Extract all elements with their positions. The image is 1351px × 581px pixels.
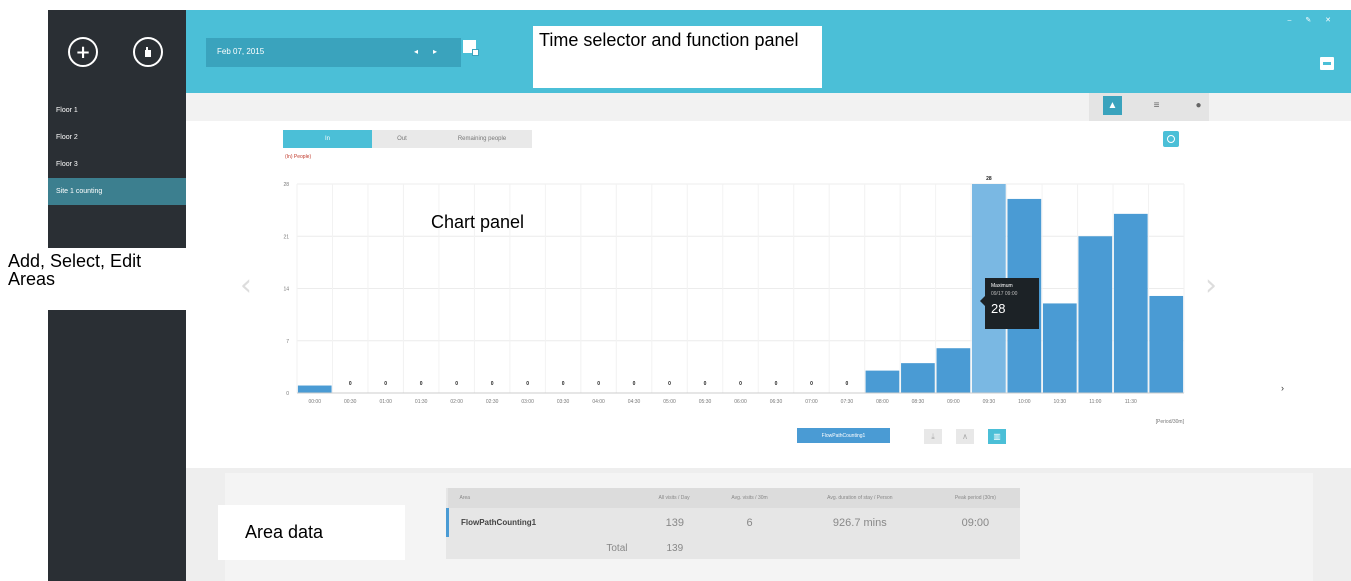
bar-value-label: 0 — [562, 381, 565, 387]
chart-bar — [1149, 295, 1184, 393]
tooltip-date: 09/17 09:00 — [991, 291, 1018, 297]
y-tick-label: 21 — [283, 234, 289, 240]
col-visits: All visits / Day — [639, 488, 711, 508]
col-avg-visits: Avg. visits / 30m — [710, 488, 789, 508]
x-tick-label: 00:00 — [308, 399, 321, 405]
row-duration: 926.7 mins — [832, 516, 887, 529]
x-tick-label: 03:00 — [521, 399, 534, 405]
chart-bar — [1113, 213, 1148, 393]
x-tick-label: 00:30 — [344, 399, 357, 405]
annotation-area-data: Area data — [218, 505, 405, 560]
chart-bar — [865, 370, 900, 393]
bar-value-label: 0 — [668, 381, 671, 387]
col-peak: Peak period (30m) — [930, 488, 1020, 508]
bar-value-label: 0 — [775, 381, 778, 387]
bar-value-label: 0 — [420, 381, 423, 387]
x-tick-label: 08:30 — [912, 399, 925, 405]
chart-bar — [936, 348, 971, 393]
chart-bar — [1078, 236, 1113, 393]
bar-value-label: 0 — [810, 381, 813, 387]
x-tick-label: 11:30 — [1125, 399, 1137, 405]
annotation-add-select-edit: Add, Select, Edit Areas — [0, 248, 186, 310]
area-data-table: Area All visits / Day Avg. visits / 30m … — [446, 488, 1020, 559]
y-tick-label: 7 — [286, 339, 289, 345]
row-area-name: FlowPathCounting1 — [446, 508, 640, 537]
x-tick-label: 06:00 — [734, 399, 747, 405]
x-tick-label: 10:30 — [1054, 399, 1067, 405]
bar-value-label: 0 — [633, 381, 636, 387]
row-avg: 6 — [746, 516, 753, 529]
line-chart-icon[interactable]: ∧ — [956, 429, 974, 444]
row-peak: 09:00 — [961, 516, 990, 529]
legend-series-button[interactable]: FlowPathCounting1 — [797, 428, 890, 443]
y-tick-label: 0 — [286, 391, 289, 397]
bar-value-label: 0 — [846, 381, 849, 387]
x-tick-label: 07:00 — [805, 399, 818, 405]
bar-value-label: 0 — [349, 381, 352, 387]
table-total-row: Total 139 — [448, 537, 1021, 559]
x-tick-label: 08:00 — [876, 399, 889, 405]
x-tick-label: 02:30 — [486, 399, 499, 405]
bar-value-label: 0 — [597, 381, 600, 387]
annotation-time-selector: Time selector and function panel — [533, 26, 822, 88]
x-tick-label: 02:00 — [450, 399, 463, 405]
x-tick-label: 01:30 — [415, 399, 428, 405]
x-tick-label: 06:30 — [770, 399, 783, 405]
max-value-label: 28 — [986, 176, 992, 182]
x-tick-label: 09:00 — [947, 399, 960, 405]
row-visits: 139 — [665, 516, 685, 529]
bar-chart-icon[interactable]: ▥ — [988, 429, 1006, 444]
x-tick-label: 03:30 — [557, 399, 570, 405]
bar-value-label: 0 — [455, 381, 458, 387]
chart-bar — [297, 385, 332, 393]
chart-bar — [901, 363, 935, 393]
tooltip-title: Maximum — [991, 283, 1013, 289]
x-tick-label: 01:00 — [379, 399, 392, 405]
col-duration: Avg. duration of stay / Person — [788, 488, 931, 508]
x-tick-label: 09:30 — [983, 399, 996, 405]
col-area: Area — [447, 488, 640, 508]
total-label: Total — [606, 542, 628, 554]
table-row[interactable]: FlowPathCounting1 139 6 926.7 mins 09:00 — [446, 508, 1021, 537]
y-tick-label: 28 — [283, 182, 289, 188]
total-value: 139 — [666, 542, 684, 554]
x-tick-label: 05:00 — [663, 399, 676, 405]
y-tick-label: 14 — [283, 287, 289, 293]
download-icon[interactable]: ⤓ — [924, 429, 942, 444]
bar-value-label: 0 — [704, 381, 707, 387]
x-tick-label: 07:30 — [841, 399, 854, 405]
bar-value-label: 0 — [739, 381, 742, 387]
x-tick-label: 05:30 — [699, 399, 712, 405]
x-axis-label: [Period/30m] — [1156, 419, 1185, 425]
chart-bar — [1042, 303, 1077, 393]
bar-value-label: 0 — [491, 381, 494, 387]
x-tick-label: 10:00 — [1018, 399, 1031, 405]
side-marker: › — [1281, 383, 1284, 393]
x-tick-label: 04:30 — [628, 399, 641, 405]
tooltip-value: 28 — [991, 301, 1006, 316]
x-tick-label: 11:00 — [1089, 399, 1101, 405]
x-tick-label: 04:00 — [592, 399, 605, 405]
annotation-chart-panel: Chart panel — [431, 212, 525, 232]
chart-tooltip: Maximum 09/17 09:00 28 — [980, 278, 1039, 329]
bar-value-label: 0 — [526, 381, 529, 387]
table-header-row: Area All visits / Day Avg. visits / 30m … — [447, 488, 1020, 508]
bar-value-label: 0 — [384, 381, 387, 387]
